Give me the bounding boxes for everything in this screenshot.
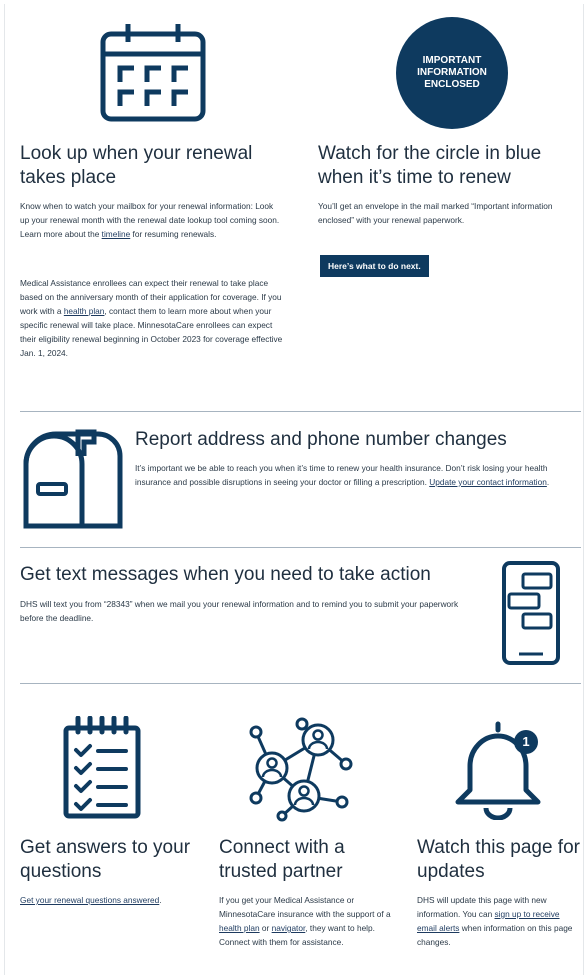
- renewal-lookup-text-2: Medical Assistance enrollees can expect …: [20, 278, 283, 358]
- renewal-lookup-title: Look up when your renewal takes place: [20, 143, 253, 188]
- trusted-partner-title: Connect with a trusted partner: [219, 837, 345, 882]
- network-people-icon: [249, 717, 353, 822]
- phone-messages-icon: [502, 561, 560, 665]
- text-messages-title: Get text messages when you need to take …: [20, 564, 431, 585]
- trusted-partner-text: If you get your Medical Assistance or Mi…: [219, 895, 391, 947]
- section-divider: [20, 547, 581, 548]
- update-contact-info-link[interactable]: Update your contact information: [429, 477, 547, 487]
- watch-updates-text: DHS will update this page with new infor…: [417, 895, 573, 947]
- calendar-icon: [100, 24, 206, 122]
- navigator-link[interactable]: navigator: [272, 923, 306, 933]
- important-information-badge: IMPORTANT INFORMATION ENCLOSED: [396, 17, 508, 129]
- watch-updates-title: Watch this page for updates: [417, 837, 580, 882]
- circle-in-blue-text: You’ll get an envelope in the mail marke…: [318, 201, 553, 225]
- notification-count-badge: 1: [522, 734, 530, 749]
- address-changes-title: Report address and phone number changes: [135, 429, 507, 450]
- whats-next-button[interactable]: Here’s what to do next.: [320, 255, 429, 277]
- renewal-lookup-text-1: Know when to watch your mailbox for your…: [20, 201, 280, 239]
- address-changes-text: It’s important we be able to reach you w…: [135, 463, 550, 487]
- health-plan-link[interactable]: health plan: [219, 923, 260, 933]
- text-messages-text: DHS will text you from “28343” when we m…: [20, 599, 459, 623]
- circle-in-blue-title: Watch for the circle in blue when it’s t…: [318, 143, 542, 188]
- checklist-icon: [63, 716, 141, 819]
- bell-notification-icon: 1: [448, 716, 548, 821]
- section-divider: [20, 411, 581, 412]
- health-plan-link[interactable]: health plan: [64, 306, 105, 316]
- renewal-questions-link[interactable]: Get your renewal questions answered: [20, 895, 159, 905]
- mailbox-icon: [23, 429, 123, 529]
- get-answers-title: Get answers to your questions: [20, 837, 191, 882]
- bell-icon: [455, 721, 541, 821]
- section-divider: [20, 683, 581, 684]
- timeline-link[interactable]: timeline: [102, 229, 131, 239]
- get-answers-text: Get your renewal questions answered.: [20, 895, 162, 905]
